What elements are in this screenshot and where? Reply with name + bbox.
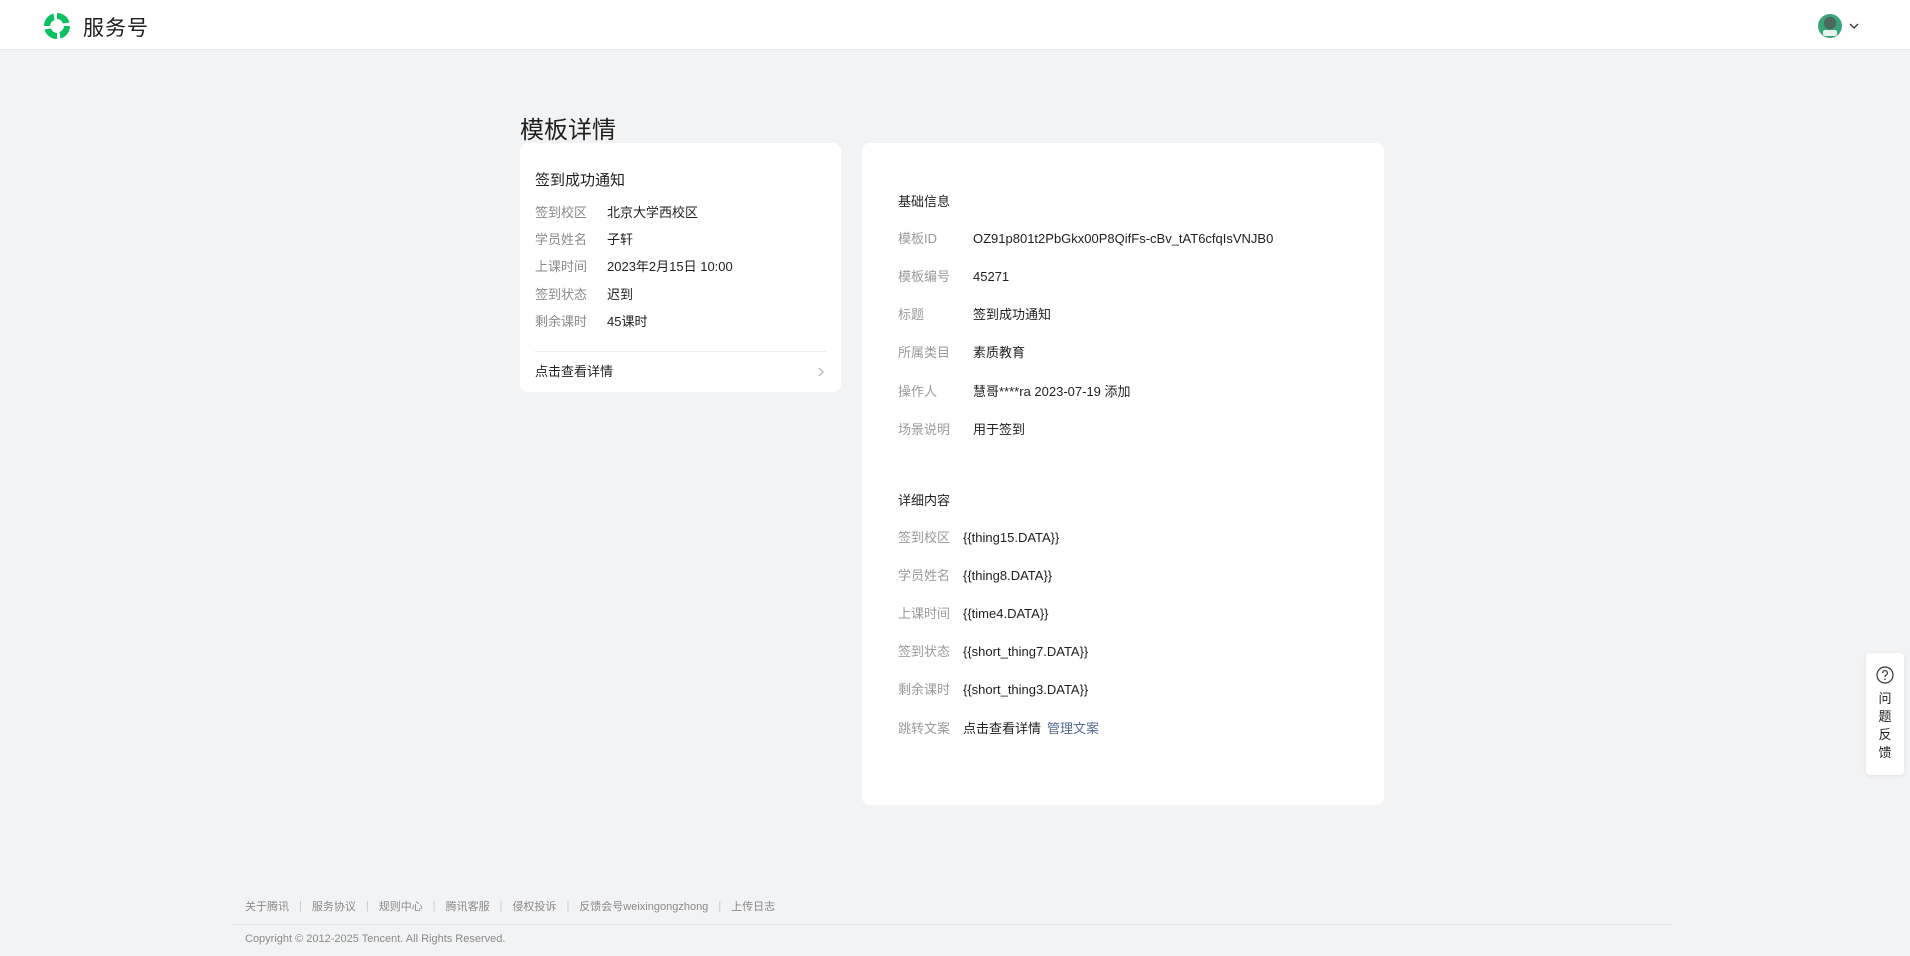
content-row-label: 上课时间 (898, 606, 951, 621)
view-details-link[interactable]: 点击查看详情 (535, 360, 826, 384)
info-row-value: 45271 (973, 269, 1010, 284)
info-row-value: 慧哥****ra 2023-07-19 添加 (973, 384, 1131, 399)
feedback-label: 问题反馈 (1878, 691, 1892, 760)
copyright: Copyright © 2012-2025 Tencent. All Right… (245, 933, 506, 945)
footer-separator: | (718, 900, 722, 912)
basic-info-title: 基础信息 (898, 194, 951, 209)
footer-link-complaint[interactable]: 侵权投诉 (512, 898, 556, 914)
info-row-value: 素质教育 (973, 345, 1026, 360)
content-row-value: {{short_thing7.DATA}} (963, 644, 1089, 659)
footer-separator: | (566, 900, 570, 912)
jump-text-label: 跳转文案 (898, 721, 951, 736)
chevron-down-icon[interactable] (1848, 20, 1860, 32)
preview-row-value: 子轩 (607, 232, 634, 247)
footer-separator: | (299, 900, 302, 912)
preview-row-label: 剩余课时 (535, 314, 588, 329)
info-row-label: 操作人 (898, 384, 938, 399)
template-id-value: OZ91p801t2PbGkx00P8QifFs-cBv_tAT6cfqIsVN… (973, 231, 1274, 246)
footer-separator: | (499, 900, 503, 912)
preview-title: 签到成功通知 (535, 172, 626, 189)
footer-link-upload-log[interactable]: 上传日志 (731, 898, 775, 914)
jump-text-value: 点击查看详情 (963, 721, 1042, 736)
footer-separator: | (432, 900, 436, 912)
info-row-label: 场景说明 (898, 422, 951, 437)
preview-row-value: 北京大学西校区 (607, 205, 699, 220)
footer-link-support[interactable]: 腾讯客服 (446, 898, 490, 914)
view-details-label: 点击查看详情 (535, 364, 614, 379)
info-row-label: 标题 (898, 307, 925, 322)
footer-divider (232, 924, 1672, 925)
account-menu[interactable] (1818, 12, 1860, 40)
footer-link-feedback-account[interactable]: 反馈会号weixingongzhong (579, 898, 708, 914)
content-row-value: {{thing15.DATA}} (963, 530, 1060, 545)
content-row-value: {{thing8.DATA}} (963, 568, 1053, 583)
info-row-label: 模板编号 (898, 269, 951, 284)
preview-divider (535, 351, 826, 352)
detail-content-title: 详细内容 (898, 493, 951, 508)
user-avatar[interactable] (1818, 14, 1842, 38)
info-row-value: 用于签到 (973, 422, 1026, 437)
jump-text-value-wrap: 点击查看详情 管理文案 (963, 719, 1099, 739)
info-row-value: 签到成功通知 (973, 307, 1052, 322)
question-circle-icon (1876, 666, 1894, 684)
content-row-label: 签到状态 (898, 644, 951, 659)
preview-row-value: 2023年2月15日 10:00 (607, 259, 733, 274)
manage-text-link[interactable]: 管理文案 (1047, 721, 1099, 736)
content-row-value: {{short_thing3.DATA}} (963, 682, 1089, 697)
preview-row-label: 上课时间 (535, 259, 588, 274)
page-title: 模板详情 (520, 117, 616, 145)
template-detail-card: 基础信息 模板ID OZ91p801t2PbGkx00P8QifFs-cBv_t… (862, 143, 1384, 805)
preview-row-value: 迟到 (607, 287, 634, 302)
info-row-label: 所属类目 (898, 345, 951, 360)
brand-name[interactable]: 服务号 (83, 12, 149, 42)
preview-row-label: 签到状态 (535, 287, 588, 302)
footer-links: 关于腾讯 | 服务协议 | 规则中心 | 腾讯客服 | 侵权投诉 | 反馈会号w… (245, 898, 775, 914)
preview-row-label: 签到校区 (535, 205, 588, 220)
preview-row-label: 学员姓名 (535, 232, 588, 247)
top-bar: 服务号 (0, 0, 1910, 49)
content-row-value: {{time4.DATA}} (963, 606, 1049, 621)
feedback-button[interactable]: 问题反馈 (1866, 653, 1904, 775)
footer-separator: | (365, 900, 369, 912)
content-row-label: 签到校区 (898, 530, 951, 545)
chevron-right-icon (818, 367, 824, 377)
template-preview-card: 签到成功通知 签到校区 北京大学西校区 学员姓名 子轩 上课时间 2023年2月… (520, 143, 841, 392)
footer-link-rules[interactable]: 规则中心 (379, 898, 423, 914)
weixin-service-logo-icon[interactable] (41, 10, 73, 42)
footer-link-service-agreement[interactable]: 服务协议 (312, 898, 356, 914)
footer-link-about[interactable]: 关于腾讯 (245, 898, 289, 914)
content-row-label: 剩余课时 (898, 682, 951, 697)
info-row-label: 模板ID (898, 231, 938, 246)
content-row-label: 学员姓名 (898, 568, 951, 583)
preview-row-value: 45课时 (607, 314, 648, 329)
